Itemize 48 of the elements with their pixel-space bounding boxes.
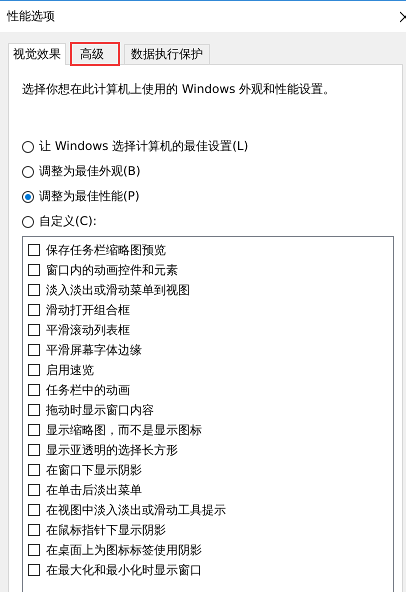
checkbox-label: 平滑屏幕字体边缘 [46, 342, 142, 358]
checkbox[interactable] [28, 444, 40, 456]
checkbox-label: 在视图中淡入淡出或滑动工具提示 [46, 502, 226, 518]
checkbox-label: 显示亚透明的选择长方形 [46, 442, 178, 458]
window-title: 性能选项 [7, 8, 55, 25]
radio-button[interactable] [22, 190, 34, 202]
radio-label: 让 Windows 选择计算机的最佳设置(L) [39, 138, 248, 155]
checkbox[interactable] [28, 244, 40, 256]
checkbox-label: 平滑滚动列表框 [46, 322, 130, 338]
checkbox-label: 显示缩略图，而不是显示图标 [46, 422, 202, 438]
radio-label: 调整为最佳性能(P) [39, 188, 140, 205]
description-text: 选择你想在此计算机上使用的 Windows 外观和性能设置。 [22, 81, 336, 98]
checkbox[interactable] [28, 484, 40, 496]
tab[interactable]: 数据执行保护 [124, 44, 210, 64]
close-icon[interactable] [400, 10, 406, 22]
checkbox-label: 启用速览 [46, 362, 94, 378]
checkbox[interactable] [28, 324, 40, 336]
checkbox[interactable] [28, 284, 40, 296]
checkbox-label: 拖动时显示窗口内容 [46, 402, 154, 418]
checkbox-label: 淡入淡出或滑动菜单到视图 [46, 282, 190, 298]
radio-label: 自定义(C): [39, 213, 97, 230]
checkbox-label: 保存任务栏缩略图预览 [46, 242, 166, 258]
checkbox[interactable] [28, 504, 40, 516]
checkbox[interactable] [28, 304, 40, 316]
checkbox-label: 窗口内的动画控件和元素 [46, 262, 178, 278]
tab[interactable]: 视觉效果 [8, 43, 66, 65]
checkbox[interactable] [28, 344, 40, 356]
checkbox-label: 在窗口下显示阴影 [46, 462, 142, 478]
radio-label: 调整为最佳外观(B) [39, 163, 141, 180]
checkbox[interactable] [28, 424, 40, 436]
checkbox-label: 在鼠标指针下显示阴影 [46, 522, 166, 538]
checkbox[interactable] [28, 264, 40, 276]
checkbox-label: 在单击后淡出菜单 [46, 482, 142, 498]
checkbox[interactable] [28, 384, 40, 396]
checkbox[interactable] [28, 544, 40, 556]
checkbox[interactable] [28, 564, 40, 576]
checkbox-label: 滑动打开组合框 [46, 302, 130, 318]
checkbox[interactable] [28, 364, 40, 376]
tab[interactable]: 高级 [70, 42, 120, 66]
checkbox-label: 在最大化和最小化时显示窗口 [46, 562, 202, 578]
checkbox[interactable] [28, 524, 40, 536]
radio-button[interactable] [22, 166, 34, 178]
radio-button[interactable] [22, 216, 34, 228]
checkbox-label: 任务栏中的动画 [46, 382, 130, 398]
checkbox-label: 在桌面上为图标标签使用阴影 [46, 542, 202, 558]
radio-button[interactable] [22, 140, 34, 152]
checkbox[interactable] [28, 464, 40, 476]
checkbox[interactable] [28, 404, 40, 416]
